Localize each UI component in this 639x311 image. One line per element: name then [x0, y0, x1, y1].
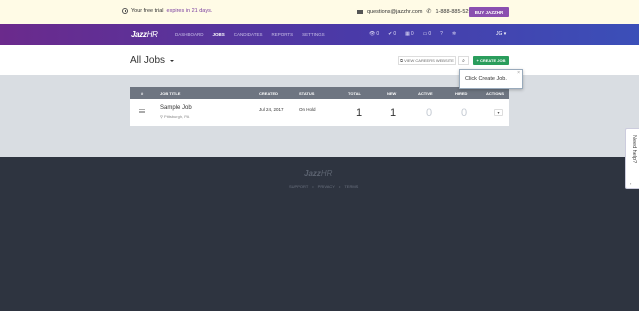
- col-hired[interactable]: HIRED: [455, 91, 467, 96]
- close-icon[interactable]: ×: [517, 70, 520, 76]
- nav-menu: DASHBOARD JOBS CANDIDATES REPORTS SETTIN…: [175, 32, 325, 37]
- trial-expiry-link[interactable]: expires in 21 days.: [167, 8, 213, 14]
- caret-down-icon: [170, 59, 175, 62]
- nav-item-candidates[interactable]: CANDIDATES: [234, 32, 263, 37]
- job-status[interactable]: On Hold: [299, 107, 316, 112]
- col-active[interactable]: ACTIVE: [418, 91, 433, 96]
- col-hash: #: [141, 91, 144, 96]
- nav-item-settings[interactable]: SETTINGS: [302, 32, 325, 37]
- user-menu[interactable]: JG ▾: [496, 31, 506, 37]
- col-new[interactable]: NEW: [387, 91, 396, 96]
- job-location: ⚲ Pittsburgh, PA: [160, 114, 189, 119]
- inbox-icon: ▭: [422, 31, 428, 37]
- clock-icon: [122, 8, 128, 14]
- row-actions-button[interactable]: ▾: [494, 109, 503, 116]
- trial-banner: Your free trial expires in 21 days. ques…: [0, 0, 639, 24]
- footer-logo-suffix: HR: [320, 169, 333, 178]
- inbox-counter[interactable]: ▭ 0: [423, 31, 432, 37]
- footer: [0, 157, 639, 311]
- inbox-count: 0: [428, 31, 432, 37]
- col-total[interactable]: TOTAL: [348, 91, 361, 96]
- col-status[interactable]: STATUS: [299, 91, 314, 96]
- footer-separator: •: [312, 184, 314, 189]
- page-title-text: All Jobs: [130, 55, 166, 66]
- col-actions: ACTIONS: [486, 91, 504, 96]
- view-careers-website-button[interactable]: ⧉ VIEW CAREERS WEBSITE: [398, 56, 456, 65]
- tooltip-text: Click Create Job.: [465, 76, 507, 82]
- job-created: Jul 24, 2017: [259, 107, 284, 112]
- job-active-count[interactable]: 0: [426, 107, 432, 119]
- need-help-tab[interactable]: Need help? ‹: [625, 128, 639, 189]
- user-initials: JG: [496, 31, 503, 37]
- job-title-link[interactable]: Sample Job: [160, 105, 192, 111]
- jazzhr-logo[interactable]: JazzHR: [131, 30, 158, 39]
- main-nav: JazzHR DASHBOARD JOBS CANDIDATES REPORTS…: [0, 24, 639, 45]
- contact-info: questions@jazzhr.com ✆ 1-888-885-5299: [357, 8, 475, 15]
- footer-links: SUPPORT • PRIVACY • TERMS: [289, 184, 358, 189]
- check-icon: ✔: [388, 31, 393, 37]
- col-job-title[interactable]: JOB TITLE: [160, 91, 180, 96]
- nav-counters: 👁 0 ✔ 0 ▦ 0 ▭ 0 ? ✲: [369, 31, 456, 37]
- check-counter[interactable]: ✔ 0: [388, 31, 396, 37]
- jobs-table: # JOB TITLE CREATED STATUS TOTAL NEW ACT…: [130, 87, 509, 126]
- eye-count: 0: [376, 31, 380, 37]
- table-row[interactable]: Sample Job ⚲ Pittsburgh, PA Jul 24, 2017…: [130, 99, 509, 126]
- need-help-label: Need help?: [631, 135, 637, 164]
- footer-separator: •: [338, 184, 341, 189]
- footer-logo: JazzHR: [304, 169, 332, 178]
- calendar-count: 0: [410, 31, 414, 37]
- logo-main: Jazz: [131, 30, 147, 39]
- page-header: All Jobs: [0, 45, 639, 75]
- chevron-left-icon: ‹: [630, 181, 632, 186]
- create-label: CREATE JOB: [479, 58, 506, 63]
- eye-counter[interactable]: 👁 0: [369, 31, 379, 37]
- mail-icon: [357, 9, 363, 14]
- phone-icon: ✆: [426, 9, 432, 15]
- footer-logo-main: Jazz: [304, 169, 321, 178]
- footer-link-privacy[interactable]: PRIVACY: [318, 184, 335, 189]
- check-count: 0: [393, 31, 397, 37]
- chevron-down-icon: ▾: [497, 110, 500, 115]
- nav-item-reports[interactable]: REPORTS: [271, 32, 293, 37]
- trial-prefix: Your free trial: [131, 8, 164, 14]
- calendar-counter[interactable]: ▦ 0: [405, 31, 414, 37]
- search-icon: ⌕: [462, 57, 465, 64]
- buy-jazzhr-button[interactable]: BUY JAZZHR: [469, 7, 509, 17]
- job-total-count[interactable]: 1: [356, 107, 362, 119]
- help-icon[interactable]: ?: [440, 31, 443, 37]
- trial-notice: Your free trial expires in 21 days.: [122, 8, 212, 14]
- table-header: # JOB TITLE CREATED STATUS TOTAL NEW ACT…: [130, 87, 509, 99]
- chevron-down-icon: ▾: [503, 31, 507, 37]
- search-button[interactable]: ⌕: [458, 56, 469, 65]
- contact-email[interactable]: questions@jazzhr.com: [367, 9, 422, 15]
- nav-item-jobs[interactable]: JOBS: [213, 32, 225, 37]
- job-hired-count[interactable]: 0: [461, 107, 467, 119]
- create-job-tooltip: Click Create Job. ×: [459, 69, 523, 89]
- eye-icon: 👁: [369, 31, 376, 37]
- settings-icon[interactable]: ✲: [452, 31, 456, 37]
- page-title[interactable]: All Jobs: [130, 55, 175, 66]
- footer-link-terms[interactable]: TERMS: [344, 184, 358, 189]
- job-new-count[interactable]: 1: [390, 107, 396, 119]
- job-location-text: Pittsburgh, PA: [164, 114, 190, 119]
- logo-suffix: HR: [146, 30, 158, 39]
- footer-link-support[interactable]: SUPPORT: [289, 184, 308, 189]
- careers-label: VIEW CAREERS WEBSITE: [404, 58, 454, 63]
- calendar-icon: ▦: [405, 31, 410, 37]
- col-created[interactable]: CREATED: [259, 91, 278, 96]
- nav-item-dashboard[interactable]: DASHBOARD: [175, 32, 204, 37]
- drag-handle-icon[interactable]: [139, 109, 145, 113]
- create-job-button[interactable]: + CREATE JOB: [473, 56, 509, 65]
